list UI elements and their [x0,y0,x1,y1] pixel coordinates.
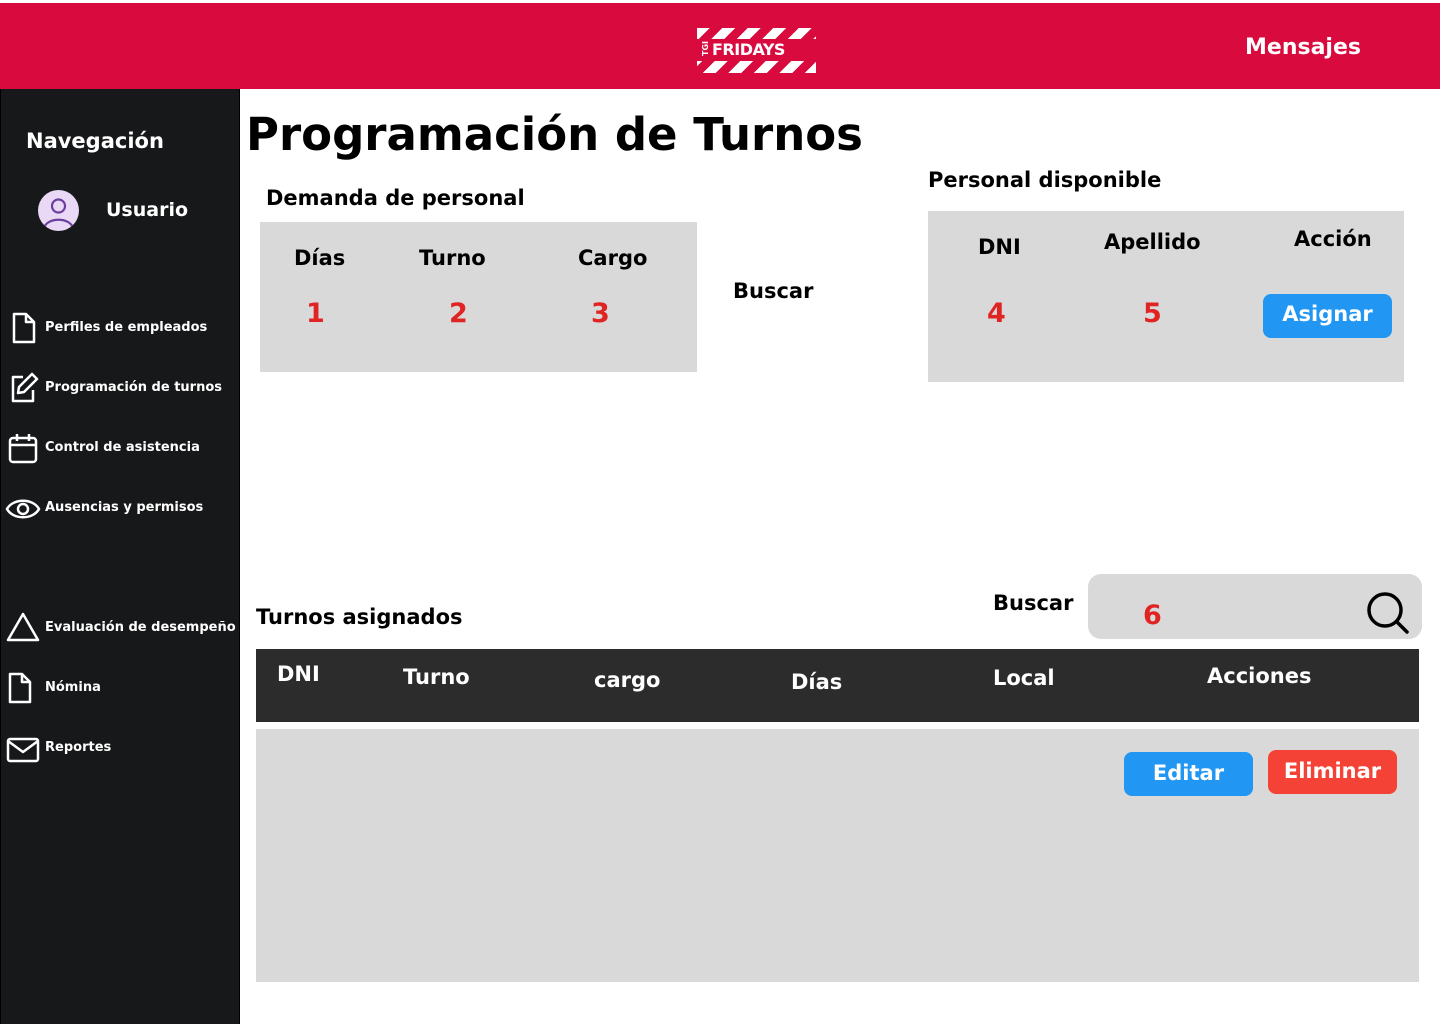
column-header-dni: DNI [277,662,320,686]
assigned-table-header: DNI Turno cargo Días Local Acciones [256,649,1419,722]
logo-tgi-text: TGI [701,41,710,56]
sidebar-item-perfiles[interactable]: Perfiles de empleados [5,308,237,348]
assigned-table-body: Editar Eliminar [256,729,1419,982]
column-header-turno: Turno [403,665,470,689]
delete-button[interactable]: Eliminar [1268,750,1397,794]
assigned-title: Turnos asignados [256,605,463,629]
document-icon [12,312,36,344]
assigned-search-label: Buscar [993,591,1074,615]
sidebar-item-label: Control de asistencia [45,440,200,455]
assigned-search-value: 6 [1143,600,1162,631]
demand-value-cargo: 3 [591,298,610,329]
available-header-accion: Acción [1294,227,1372,251]
search-button[interactable]: Buscar [733,279,813,303]
top-header: TGI FRIDAYS Mensajes [0,3,1440,89]
column-header-acciones: Acciones [1207,664,1312,688]
demand-value-turno: 2 [449,298,468,329]
demand-header-turno: Turno [419,246,486,270]
sidebar: Navegación Usuario Perfiles de empleados… [0,89,240,1024]
triangle-icon [6,612,40,642]
demand-header-dias: Días [294,246,346,270]
sidebar-item-label: Nómina [45,680,101,695]
page-title: Programación de Turnos [246,108,863,161]
demand-header-cargo: Cargo [578,246,648,270]
tgi-fridays-logo[interactable]: TGI FRIDAYS [697,28,816,73]
sidebar-item-label: Programación de turnos [45,380,223,395]
search-icon[interactable] [1366,591,1410,635]
available-title: Personal disponible [928,168,1162,192]
sidebar-item-evaluacion[interactable]: Evaluación de desempeño [5,608,237,648]
eye-icon [5,499,41,519]
column-header-local: Local [993,666,1055,690]
demand-value-dias: 1 [306,298,325,329]
demand-title: Demanda de personal [266,186,525,210]
available-value-apellido: 5 [1143,298,1162,329]
sidebar-item-label: Perfiles de empleados [45,320,208,335]
available-header-dni: DNI [978,235,1021,259]
logo-brand-text: FRIDAYS [712,40,785,59]
mail-icon [6,737,40,763]
edit-button[interactable]: Editar [1124,752,1253,796]
messages-link[interactable]: Mensajes [1245,35,1361,60]
edit-icon [11,372,39,403]
sidebar-item-label: Reportes [45,740,112,755]
calendar-icon [8,434,38,464]
sidebar-item-label: Ausencias y permisos [45,500,204,515]
available-header-apellido: Apellido [1104,230,1201,254]
sidebar-item-nomina[interactable]: Nómina [5,668,237,708]
document-icon [8,672,32,704]
sidebar-title: Navegación [26,129,164,153]
column-header-cargo: cargo [594,668,661,692]
column-header-dias: Días [791,670,843,694]
sidebar-item-asistencia[interactable]: Control de asistencia [5,428,237,468]
available-panel: DNI Apellido Acción 4 5 Asignar [928,211,1404,382]
sidebar-item-ausencias[interactable]: Ausencias y permisos [5,488,237,528]
assign-button[interactable]: Asignar [1263,294,1392,338]
avatar[interactable] [38,190,79,231]
sidebar-item-label: Evaluación de desempeño [45,620,236,635]
demand-panel: Días Turno Cargo 1 2 3 [260,222,697,372]
available-value-dni: 4 [987,298,1006,329]
sidebar-item-reportes[interactable]: Reportes [5,728,237,768]
user-icon [42,198,75,229]
assigned-search-input[interactable]: 6 [1088,574,1422,639]
sidebar-item-programacion[interactable]: Programación de turnos [5,368,237,408]
user-name[interactable]: Usuario [106,199,188,221]
